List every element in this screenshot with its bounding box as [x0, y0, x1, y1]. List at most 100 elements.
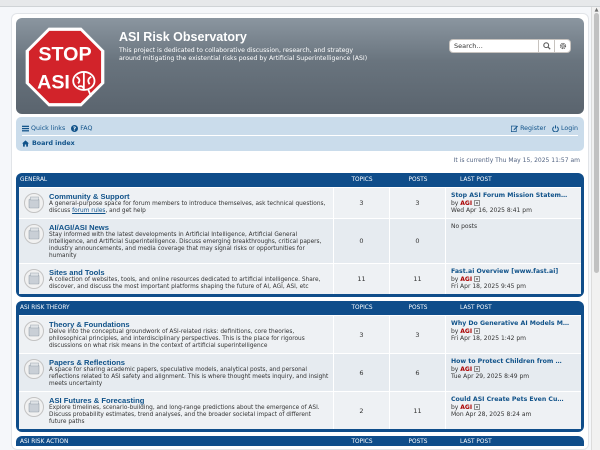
- stop-asi-logo[interactable]: STOP ASI: [24, 26, 106, 108]
- category-title[interactable]: GENERAL: [19, 177, 334, 183]
- forum-row: Theory & Foundations Delve into the conc…: [19, 315, 581, 353]
- topics-column-header: TOPICS: [351, 305, 373, 311]
- forum-description: A collection of websites, tools, and onl…: [49, 277, 321, 290]
- forum-read-icon: [24, 193, 44, 213]
- faq-label: FAQ: [80, 124, 93, 132]
- search-box: Search…: [449, 39, 571, 53]
- breadcrumb: Board index: [22, 138, 75, 149]
- last-post-column-header: LAST POST: [460, 305, 492, 311]
- last-post-author[interactable]: AGI: [460, 366, 472, 373]
- topic-count: 6: [334, 354, 390, 391]
- forum-row: AI/AGI/ASI News Stay informed with the l…: [19, 218, 581, 263]
- forum-title[interactable]: Community & Support: [49, 192, 329, 201]
- question-icon: ?: [71, 124, 79, 132]
- posts-column-header: POSTS: [408, 439, 428, 445]
- site-title[interactable]: ASI Risk Observatory: [119, 30, 247, 44]
- view-latest-post-icon[interactable]: [474, 276, 481, 282]
- view-latest-post-icon[interactable]: [474, 404, 481, 410]
- category-header: GENERAL TOPICS POSTS LAST POST: [19, 173, 581, 187]
- view-latest-post-icon[interactable]: [474, 366, 481, 372]
- last-post-title[interactable]: How to Protect Children from …: [451, 358, 576, 366]
- last-post-title[interactable]: Fast.ai Overview [www.fast.ai]: [451, 268, 576, 276]
- last-post-time: Fri Apr 18, 2025 1:42 pm: [451, 335, 527, 342]
- last-post-author[interactable]: AGI: [460, 328, 472, 335]
- category-asi-risk-theory: ASI RISK THEORY TOPICS POSTS LAST POST T…: [16, 301, 584, 432]
- register-link[interactable]: Register: [511, 125, 546, 132]
- svg-text:?: ?: [73, 126, 76, 131]
- category-header: ASI RISK THEORY TOPICS POSTS LAST POST: [19, 301, 581, 315]
- home-icon[interactable]: [22, 140, 29, 147]
- forum-read-icon: [24, 269, 44, 289]
- topic-count: 0: [334, 219, 390, 263]
- post-count: 6: [390, 354, 446, 391]
- last-post-title[interactable]: Why Do Generative AI Models M…: [451, 320, 576, 328]
- last-post: Could ASI Create Pets Even Cu… by AGI Mo…: [446, 392, 581, 429]
- last-post-column-header: LAST POST: [460, 177, 492, 183]
- site-header: STOP ASI ASI Risk Observatory This proje…: [16, 18, 584, 114]
- page-scrollbar[interactable]: ▲: [591, 7, 600, 450]
- forum-description: A space for sharing academic papers, spe…: [49, 367, 329, 387]
- forum-row: Community & Support A general-purpose sp…: [19, 187, 581, 218]
- forum-description: A general-purpose space for forum member…: [49, 201, 326, 214]
- faq-link[interactable]: ? FAQ: [71, 124, 93, 132]
- category-title[interactable]: ASI RISK ACTION: [19, 439, 334, 445]
- board-index-link[interactable]: Board index: [32, 140, 75, 147]
- post-count: 3: [390, 316, 446, 353]
- advanced-search-button[interactable]: [554, 40, 570, 52]
- forum-title[interactable]: ASI Futures & Forecasting: [49, 396, 329, 405]
- page-wrapper: STOP ASI ASI Risk Observatory This proje…: [11, 13, 589, 450]
- topics-column-header: TOPICS: [351, 439, 373, 445]
- menu-icon: [22, 125, 29, 131]
- last-post: No posts: [446, 219, 581, 263]
- category-title[interactable]: ASI RISK THEORY: [19, 305, 334, 311]
- navbar: Quick links ? FAQ Register Login Board i…: [16, 117, 584, 151]
- scrollbar-thumb[interactable]: [594, 13, 599, 273]
- edit-icon: [511, 125, 519, 132]
- forum-read-icon: [24, 321, 44, 341]
- register-label: Register: [520, 124, 546, 132]
- forum-title[interactable]: AI/AGI/ASI News: [49, 223, 329, 232]
- topic-count: 3: [334, 316, 390, 353]
- gear-icon: [559, 42, 566, 50]
- last-post-time: Tue Apr 29, 2025 8:49 pm: [451, 373, 530, 380]
- topics-column-header: TOPICS: [351, 177, 373, 183]
- last-post-title[interactable]: Stop ASI Forum Mission Statem…: [451, 192, 576, 200]
- login-link[interactable]: Login: [552, 125, 578, 132]
- view-latest-post-icon[interactable]: [474, 200, 481, 206]
- navbar-divider: [22, 135, 578, 136]
- last-post-author[interactable]: AGI: [460, 276, 472, 283]
- forum-row: Sites and Tools A collection of websites…: [19, 263, 581, 294]
- forum-read-icon: [24, 224, 44, 244]
- quick-links-button[interactable]: Quick links: [22, 125, 65, 132]
- last-post-author[interactable]: AGI: [460, 404, 472, 411]
- forum-rules-link[interactable]: forum rules: [72, 208, 105, 214]
- post-count: 11: [390, 264, 446, 294]
- forum-title[interactable]: Papers & Reflections: [49, 358, 329, 367]
- last-post-column-header: LAST POST: [460, 439, 492, 445]
- last-post: Stop ASI Forum Mission Statem… by AGI We…: [446, 188, 581, 218]
- last-post-time: Mon Apr 28, 2025 8:24 am: [451, 411, 532, 418]
- category-asi-risk-action: ASI RISK ACTION TOPICS POSTS LAST POST: [16, 436, 584, 446]
- forum-title[interactable]: Sites and Tools: [49, 268, 329, 277]
- logo-text-bottom: ASI: [37, 71, 70, 93]
- post-count: 0: [390, 219, 446, 263]
- posts-column-header: POSTS: [408, 305, 428, 311]
- login-label: Login: [561, 124, 578, 132]
- topic-count: 11: [334, 264, 390, 294]
- browser-top-strip: [0, 0, 600, 7]
- last-post-time: No posts: [451, 223, 478, 230]
- forum-row: Papers & Reflections A space for sharing…: [19, 353, 581, 391]
- forum-title[interactable]: Theory & Foundations: [49, 320, 329, 329]
- last-post-author[interactable]: AGI: [460, 200, 472, 207]
- post-count: 11: [390, 392, 446, 429]
- power-icon: [552, 124, 559, 132]
- search-icon: [542, 42, 551, 50]
- view-latest-post-icon[interactable]: [474, 328, 481, 334]
- forum-description: Explore timelines, scenario-building, an…: [49, 405, 320, 425]
- posts-column-header: POSTS: [408, 177, 428, 183]
- search-input[interactable]: Search…: [450, 42, 538, 50]
- last-post: Fast.ai Overview [www.fast.ai] by AGI Fr…: [446, 264, 581, 294]
- search-button[interactable]: [538, 40, 554, 52]
- last-post-title[interactable]: Could ASI Create Pets Even Cu…: [451, 396, 576, 404]
- forum-read-icon: [24, 397, 44, 417]
